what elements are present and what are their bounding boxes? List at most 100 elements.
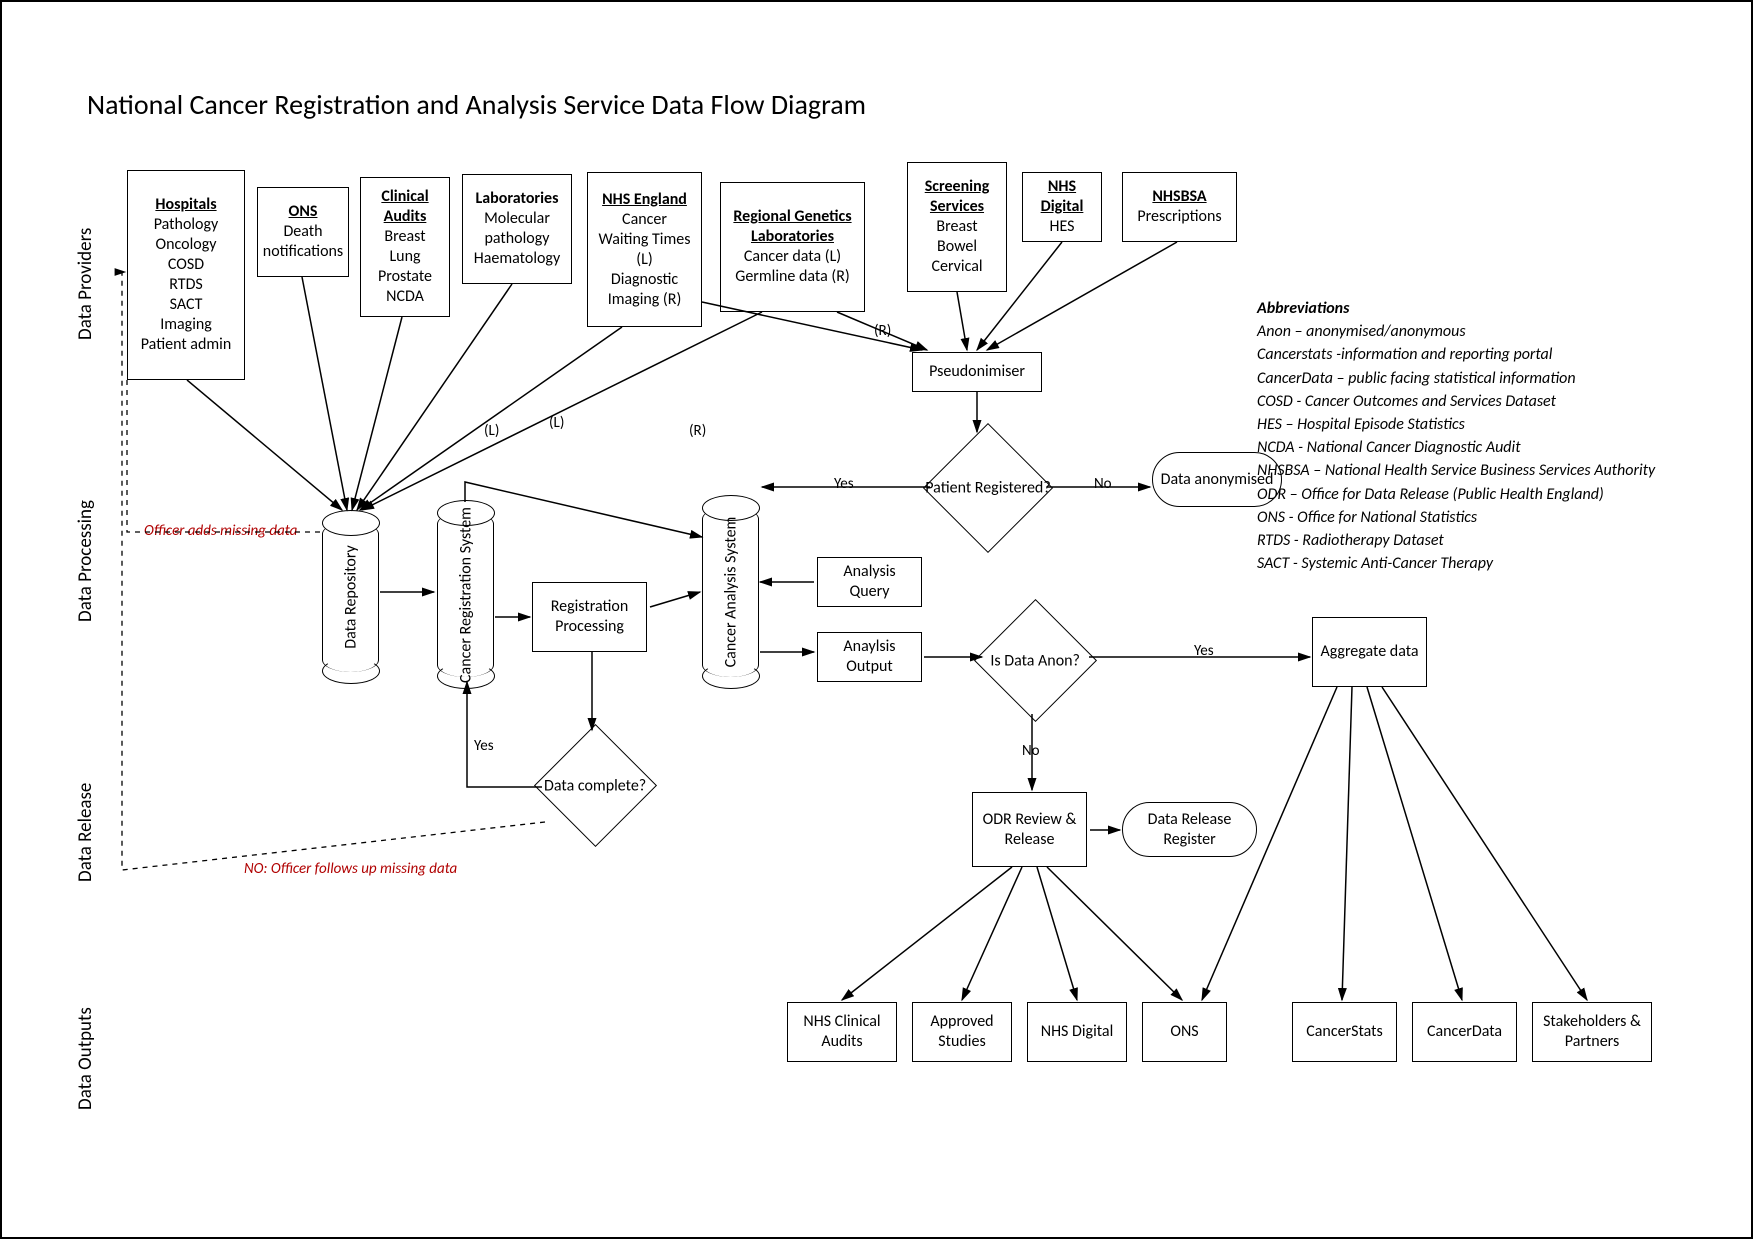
scr-l0: Breast	[936, 217, 977, 237]
hospitals-l3: RTDS	[169, 275, 203, 295]
output-cancerstats: CancerStats	[1292, 1002, 1397, 1062]
label-yes-3: Yes	[1192, 642, 1216, 660]
provider-screening: Screening Services Breast Bowel Cervical	[907, 162, 1007, 292]
cancer-registration-cylinder: Cancer Registration System	[437, 512, 494, 677]
abbrev-2: CancerData – public facing statistical i…	[1257, 367, 1677, 390]
lane-release: Data Release	[74, 783, 97, 882]
hospitals-l4: SACT	[170, 295, 203, 315]
abbrev-7: ODR – Office for Data Release (Public He…	[1257, 483, 1677, 506]
nhsbsa-l0: Prescriptions	[1137, 207, 1221, 227]
is-anon-label: Is Data Anon?	[976, 651, 1095, 670]
output-ons: ONS	[1142, 1002, 1227, 1062]
output-stakeholders: Stakeholders & Partners	[1532, 1002, 1652, 1062]
nhse-l0: Cancer	[622, 210, 667, 230]
audits-hd: Clinical Audits	[365, 187, 445, 227]
lane-processing: Data Processing	[74, 500, 97, 622]
registration-processing-box: Registration Processing	[532, 582, 647, 652]
gen-hd: Regional Genetics Laboratories	[725, 207, 860, 247]
nhse-l3: Diagnostic	[611, 270, 678, 290]
labs-l2: Haematology	[474, 249, 560, 269]
provider-nhsbsa: NHSBSA Prescriptions	[1122, 172, 1237, 242]
audits-l1: Lung	[389, 247, 420, 267]
label-R-1: (R)	[687, 422, 708, 440]
diagram-title: National Cancer Registration and Analysi…	[87, 87, 866, 122]
output-approved: Approved Studies	[912, 1002, 1012, 1062]
audits-l2: Prostate	[378, 267, 432, 287]
nhse-l1: Waiting Times	[599, 230, 691, 250]
decision-patient-registered: Patient Registered?	[923, 423, 1053, 553]
decision-data-complete: Data complete?	[534, 724, 657, 847]
label-R-2: (R)	[872, 322, 893, 340]
data-release-register-node: Data Release Register	[1122, 802, 1257, 857]
nhsd-hd: NHS Digital	[1027, 177, 1097, 217]
ons-l0: Death	[283, 222, 322, 242]
nhsd-l0: HES	[1050, 217, 1075, 237]
odr-review-box: ODR Review & Release	[972, 792, 1087, 867]
provider-nhs-england: NHS England Cancer Waiting Times (L) Dia…	[587, 172, 702, 327]
output-cancerdata: CancerData	[1412, 1002, 1517, 1062]
output-nhs-clinical: NHS Clinical Audits	[787, 1002, 897, 1062]
ons-hd: ONS	[289, 202, 318, 222]
pseudonimiser-box: Pseudonimiser	[912, 352, 1042, 392]
nhsbsa-hd: NHSBSA	[1152, 187, 1206, 207]
ons-l1: notifications	[263, 242, 343, 262]
label-yes-1: Yes	[832, 475, 856, 493]
provider-nhs-digital: NHS Digital HES	[1022, 172, 1102, 242]
audits-l3: NCDA	[386, 287, 424, 307]
cancer-analysis-cylinder: Cancer Analysis System	[702, 507, 759, 677]
abbrev-0: Anon – anonymised/anonymous	[1257, 320, 1677, 343]
label-no-2: No	[1020, 742, 1042, 760]
abbrev-3: COSD - Cancer Outcomes and Services Data…	[1257, 390, 1677, 413]
abbrev-1: Cancerstats -information and reporting p…	[1257, 343, 1677, 366]
provider-hospitals: Hospitals Pathology Oncology COSD RTDS S…	[127, 170, 245, 380]
label-L-1: (L)	[482, 422, 501, 440]
lane-providers: Data Providers	[74, 228, 97, 340]
decision-is-anon: Is Data Anon?	[974, 599, 1097, 722]
analysis-query-box: Analysis Query	[817, 557, 922, 607]
hospitals-l5: Imaging	[160, 315, 212, 335]
label-yes-2: Yes	[472, 737, 496, 755]
cancer-reg-label: Cancer Registration System	[456, 507, 475, 683]
nhse-l4: Imaging (R)	[608, 290, 682, 310]
audits-l0: Breast	[384, 227, 425, 247]
diagram-page: National Cancer Registration and Analysi…	[0, 0, 1753, 1239]
nhse-hd: NHS England	[602, 190, 687, 210]
lane-outputs: Data Outputs	[74, 1007, 97, 1110]
scr-l2: Cervical	[931, 257, 982, 277]
provider-audits: Clinical Audits Breast Lung Prostate NCD…	[360, 177, 450, 317]
output-nhs-digital: NHS Digital	[1027, 1002, 1127, 1062]
label-officer-adds: Officer adds missing data	[142, 522, 299, 540]
hospitals-l2: COSD	[168, 255, 204, 275]
provider-ons: ONS Death notifications	[257, 187, 349, 277]
abbrev-4: HES – Hospital Episode Statistics	[1257, 413, 1677, 436]
hospitals-l6: Patient admin	[141, 335, 231, 355]
aggregate-data-box: Aggregate data	[1312, 617, 1427, 687]
data-complete-label: Data complete?	[536, 776, 655, 795]
abbrev-hd: Abbreviations	[1257, 297, 1677, 320]
analysis-output-box: Anaylsis Output	[817, 632, 922, 682]
nhse-l2: (L)	[636, 250, 652, 270]
scr-l1: Bowel	[937, 237, 977, 257]
label-no-1: No	[1092, 475, 1114, 493]
hospitals-hd: Hospitals	[155, 195, 216, 215]
label-officer-follows: NO: Officer follows up missing data	[242, 860, 459, 878]
provider-genetics: Regional Genetics Laboratories Cancer da…	[720, 182, 865, 312]
abbrev-6: NHSBSA – National Health Service Busines…	[1257, 459, 1677, 482]
labs-hd: Laboratories	[476, 189, 559, 209]
labs-l0: Molecular	[484, 209, 550, 229]
abbreviations-panel: Abbreviations Anon – anonymised/anonymou…	[1257, 297, 1677, 575]
provider-labs: Laboratories Molecular pathology Haemato…	[462, 174, 572, 284]
scr-hd: Screening Services	[912, 177, 1002, 217]
label-L-2: (L)	[547, 414, 566, 432]
labs-l1: pathology	[484, 229, 549, 249]
gen-l1: Germline data (R)	[735, 267, 850, 287]
abbrev-8: ONS - Office for National Statistics	[1257, 506, 1677, 529]
hospitals-l1: Oncology	[156, 235, 217, 255]
hospitals-l0: Pathology	[154, 215, 219, 235]
data-repository-cylinder: Data Repository	[322, 522, 379, 672]
patient-registered-label: Patient Registered?	[925, 478, 1051, 497]
abbrev-5: NCDA - National Cancer Diagnostic Audit	[1257, 436, 1677, 459]
abbrev-10: SACT - Systemic Anti-Cancer Therapy	[1257, 552, 1677, 575]
gen-l0: Cancer data (L)	[744, 247, 841, 267]
data-repo-label: Data Repository	[341, 545, 360, 648]
